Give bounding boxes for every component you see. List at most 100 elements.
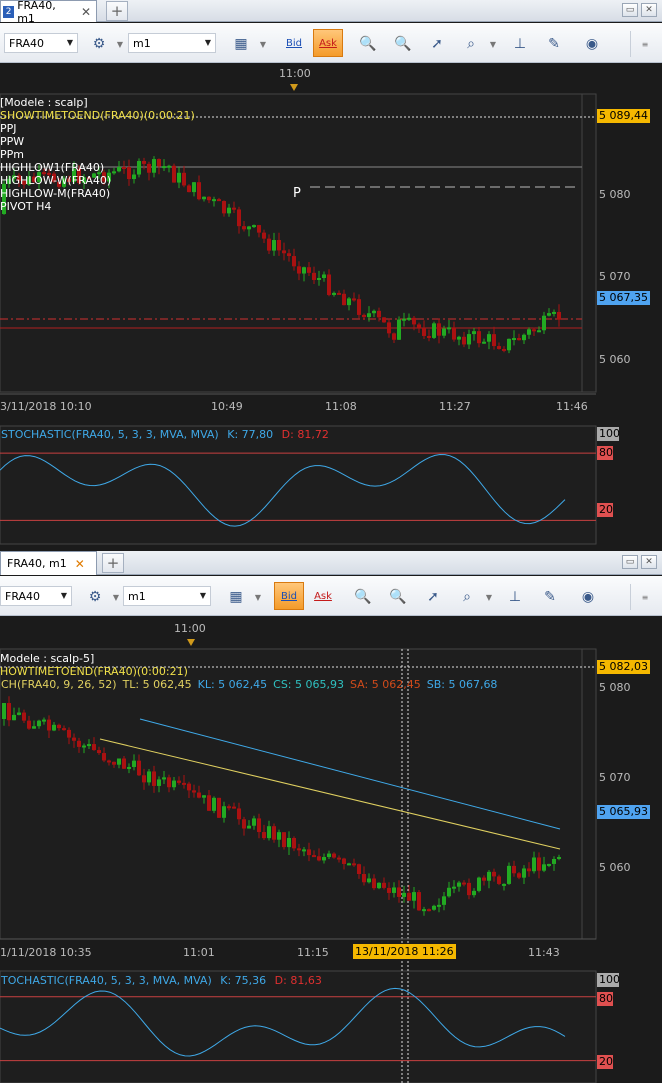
candle-body — [482, 341, 486, 344]
candle-body — [287, 253, 291, 257]
candle-body — [382, 317, 386, 323]
toolbar-more-icon[interactable]: ≡ — [640, 31, 650, 57]
zoom-out-icon[interactable]: 🔍 — [390, 31, 416, 57]
candle-body — [222, 201, 226, 214]
candle-body — [52, 724, 56, 731]
cursor-icon[interactable]: ➚ — [424, 31, 450, 57]
close-icon[interactable]: ✕ — [81, 5, 91, 19]
eye-icon[interactable]: ◉ — [575, 584, 601, 610]
tab-fra40-m1[interactable]: 2 FRA40, m1 ✕ — [0, 0, 97, 25]
candle-body — [107, 760, 111, 763]
draw-icon[interactable]: ✎ — [537, 584, 563, 610]
zoom-fit-icon[interactable]: ⌕ — [454, 584, 480, 610]
candle-body — [537, 330, 541, 333]
candle-body — [232, 207, 236, 210]
timeframe-select[interactable]: m1 ▼ — [128, 33, 216, 53]
candle-body — [557, 857, 561, 860]
candle-body — [147, 771, 151, 783]
candle-body — [157, 779, 161, 786]
candle-body — [292, 837, 296, 849]
tab-strip: 2 FRA40, m1 ✕ + ▭ ✕ — [0, 0, 662, 25]
candle-body — [517, 338, 521, 341]
price-chart-area[interactable]: 11:00 [Modele : scalp] SHOWTIMETOEND(FRA4… — [0, 64, 662, 545]
candle-body — [392, 333, 396, 340]
zoom-in-icon[interactable]: 🔍 — [355, 31, 381, 57]
close-icon[interactable]: ✕ — [75, 557, 85, 571]
chart-toolbar: FRA40 ▼ ⚙ ▼ m1 ▼ ▦ ▼ Bid Ask 🔍 🔍 ➚ ⌕ ▼ ⊥ ✎… — [0, 23, 662, 63]
measure-icon[interactable]: ⊥ — [507, 31, 533, 57]
eye-icon[interactable]: ◉ — [579, 31, 605, 57]
chevron-down-icon[interactable]: ▼ — [111, 584, 121, 610]
candle-body — [452, 327, 456, 340]
candle-body — [387, 322, 391, 334]
ichimoku-value: SA: 5 062,45 — [350, 678, 421, 691]
candle-body — [372, 878, 376, 889]
candle-body — [212, 199, 216, 202]
candle-body — [367, 313, 371, 318]
candle-body — [257, 225, 261, 233]
restore-window-button[interactable]: ▭ — [622, 3, 638, 17]
price-axis-label: 5 060 — [599, 353, 631, 366]
add-tab-button[interactable]: + — [102, 553, 124, 573]
candle-body — [127, 766, 131, 769]
chevron-down-icon[interactable]: ▼ — [258, 31, 268, 57]
ichimoku-value: TL: 5 062,45 — [122, 678, 192, 691]
candle-body — [492, 334, 496, 347]
indicator-label: PPJ — [0, 122, 17, 135]
timeframe-select[interactable]: m1 ▼ — [123, 586, 211, 606]
candle-body — [502, 348, 506, 351]
candle-body — [347, 863, 351, 866]
candle-body — [357, 864, 361, 875]
candle-body — [277, 832, 281, 840]
bid-button[interactable]: Bid — [274, 582, 304, 610]
candle-body — [237, 209, 241, 227]
candle-body — [527, 329, 531, 335]
indicator-label: HOWTIMETOEND(FRA40)(0:00:21) — [0, 665, 188, 678]
zoom-fit-icon[interactable]: ⌕ — [458, 31, 484, 57]
indicator-icon[interactable]: ⚙ — [82, 584, 108, 610]
cursor-icon[interactable]: ➚ — [420, 584, 446, 610]
candle-body — [382, 882, 386, 888]
chevron-down-icon[interactable]: ▼ — [484, 584, 494, 610]
candle-body — [412, 892, 416, 901]
ask-button[interactable]: Ask — [313, 29, 343, 57]
price-chart-area[interactable]: 11:00 Modele : scalp-5] HOWTIMETOEND(FRA4… — [0, 619, 662, 1083]
candle-body — [432, 323, 436, 338]
ask-button[interactable]: Ask — [308, 582, 338, 610]
time-axis-label: 11:27 — [439, 400, 471, 413]
candle-body — [207, 196, 211, 201]
candle-body — [532, 857, 536, 872]
candle-body — [322, 274, 326, 278]
candle-body — [497, 346, 501, 349]
candle-body — [217, 199, 221, 202]
tab-fra40-m1[interactable]: FRA40, m1 ✕ — [0, 551, 97, 575]
chevron-down-icon[interactable]: ▼ — [488, 31, 498, 57]
candle-body — [347, 298, 351, 306]
indicator-icon[interactable]: ⚙ — [86, 31, 112, 57]
chevron-down-icon[interactable]: ▼ — [253, 584, 263, 610]
candle-body — [427, 335, 431, 338]
zoom-in-icon[interactable]: 🔍 — [350, 584, 376, 610]
measure-icon[interactable]: ⊥ — [502, 584, 528, 610]
candle-body — [522, 868, 526, 878]
draw-icon[interactable]: ✎ — [541, 31, 567, 57]
chart-type-icon[interactable]: ▦ — [223, 584, 249, 610]
symbol-select[interactable]: FRA40 ▼ — [4, 33, 78, 53]
candle-body — [332, 853, 336, 858]
plot-frame — [0, 648, 583, 940]
toolbar-more-icon[interactable]: ≡ — [640, 584, 650, 610]
symbol-select[interactable]: FRA40 ▼ — [0, 586, 72, 606]
bid-button[interactable]: Bid — [279, 29, 309, 57]
candle-body — [377, 882, 381, 889]
plot-scroll-edge — [581, 93, 597, 393]
restore-window-button[interactable]: ▭ — [622, 555, 638, 569]
candle-body — [402, 318, 406, 321]
chart-type-icon[interactable]: ▦ — [228, 31, 254, 57]
level-20-tag: 20 — [597, 503, 613, 517]
close-window-button[interactable]: ✕ — [641, 555, 657, 569]
close-window-button[interactable]: ✕ — [641, 3, 657, 17]
add-tab-button[interactable]: + — [106, 1, 128, 21]
chevron-down-icon[interactable]: ▼ — [115, 31, 125, 57]
zoom-out-icon[interactable]: 🔍 — [385, 584, 411, 610]
candle-body — [367, 878, 371, 883]
